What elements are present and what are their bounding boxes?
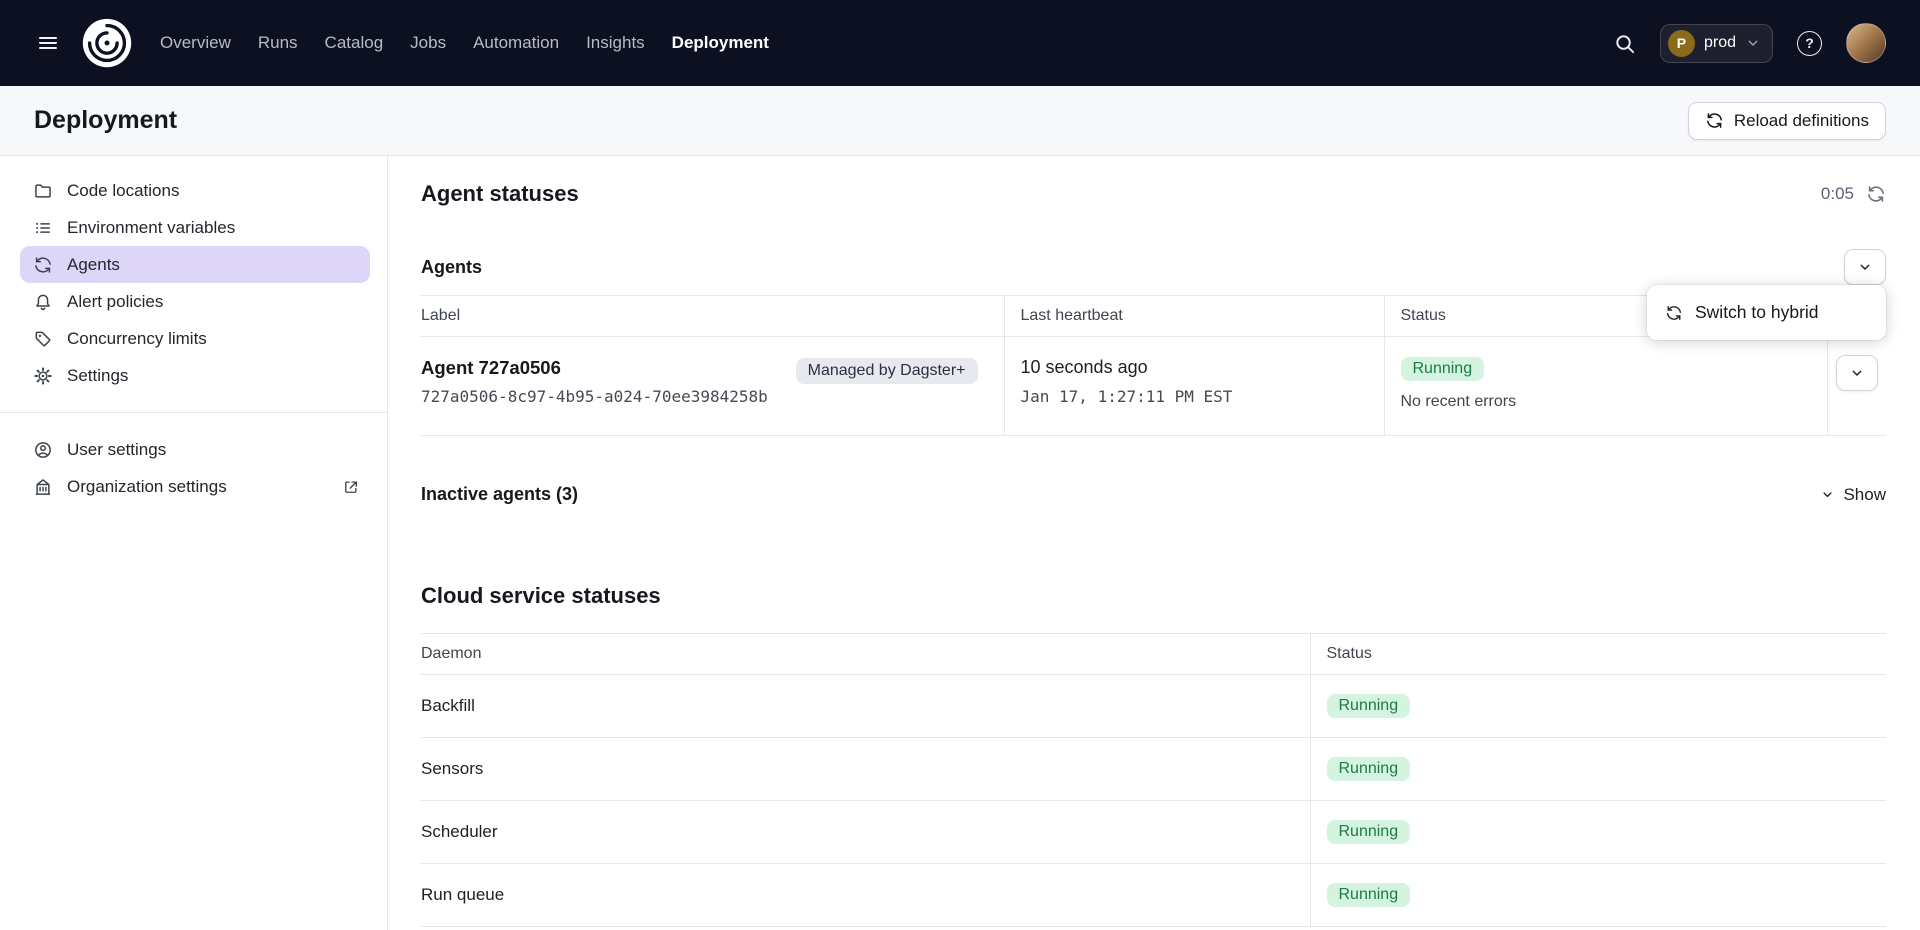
sidebar-item-label: Environment variables bbox=[67, 218, 235, 238]
nav-item-overview[interactable]: Overview bbox=[160, 33, 231, 53]
status-badge: Running bbox=[1327, 694, 1411, 718]
menu-icon[interactable] bbox=[28, 23, 68, 63]
gear-icon bbox=[33, 366, 53, 386]
column-header-daemon: Daemon bbox=[421, 634, 1310, 675]
sidebar-item-label: User settings bbox=[67, 440, 166, 460]
refresh-icon[interactable] bbox=[1866, 184, 1886, 204]
sidebar-item-concurrency-limits[interactable]: Concurrency limits bbox=[20, 320, 370, 357]
managed-badge: Managed by Dagster+ bbox=[796, 358, 978, 384]
daemon-name: Run queue bbox=[421, 864, 1310, 927]
sidebar-item-label: Organization settings bbox=[67, 477, 227, 497]
show-label: Show bbox=[1843, 485, 1886, 505]
table-row-backfill: Backfill Running bbox=[421, 675, 1886, 738]
cloud-services-table: Daemon Status Backfill Running Sensors R… bbox=[421, 633, 1886, 927]
help-icon[interactable]: ? bbox=[1797, 31, 1822, 56]
agents-menu-button[interactable] bbox=[1844, 249, 1886, 285]
menu-item-switch-to-hybrid[interactable]: Switch to hybrid bbox=[1652, 290, 1881, 335]
building-icon bbox=[33, 477, 53, 497]
sidebar-item-label: Settings bbox=[67, 366, 128, 386]
sidebar-item-label: Agents bbox=[67, 255, 120, 275]
main-content: Agent statuses 0:05 Agents Label La bbox=[388, 156, 1920, 930]
refresh-group: 0:05 bbox=[1821, 184, 1886, 204]
external-link-icon bbox=[342, 478, 360, 496]
deployment-sidebar: Code locations Environment variables Age… bbox=[0, 156, 388, 930]
status-badge: Running bbox=[1327, 883, 1411, 907]
inactive-agents-label: Inactive agents (3) bbox=[421, 484, 578, 505]
user-icon bbox=[33, 440, 53, 460]
daemon-name: Sensors bbox=[421, 738, 1310, 801]
sidebar-item-label: Code locations bbox=[67, 181, 179, 201]
nav-item-automation[interactable]: Automation bbox=[473, 33, 559, 53]
page-header: Deployment Reload definitions bbox=[0, 86, 1920, 156]
sidebar-item-label: Concurrency limits bbox=[67, 329, 207, 349]
nav-item-catalog[interactable]: Catalog bbox=[325, 33, 384, 53]
sidebar-item-label: Alert policies bbox=[67, 292, 163, 312]
status-badge: Running bbox=[1401, 357, 1485, 381]
nav-item-runs[interactable]: Runs bbox=[258, 33, 298, 53]
cloud-service-statuses-title: Cloud service statuses bbox=[421, 583, 1886, 609]
sidebar-item-alert-policies[interactable]: Alert policies bbox=[20, 283, 370, 320]
menu-item-label: Switch to hybrid bbox=[1695, 302, 1819, 323]
nav-item-deployment[interactable]: Deployment bbox=[672, 33, 769, 53]
search-icon[interactable] bbox=[1613, 32, 1636, 55]
inactive-agents-show-toggle[interactable]: Show bbox=[1820, 485, 1886, 505]
agents-subtitle: Agents bbox=[421, 257, 482, 278]
sidebar-item-code-locations[interactable]: Code locations bbox=[20, 172, 370, 209]
nav-item-insights[interactable]: Insights bbox=[586, 33, 645, 53]
daemon-name: Scheduler bbox=[421, 801, 1310, 864]
status-badge: Running bbox=[1327, 757, 1411, 781]
status-badge: Running bbox=[1327, 820, 1411, 844]
page-title: Deployment bbox=[34, 106, 177, 135]
chevron-down-icon bbox=[1849, 365, 1865, 381]
agent-id: 727a0506-8c97-4b95-a024-70ee3984258b bbox=[421, 387, 768, 406]
agent-row-menu-button[interactable] bbox=[1836, 355, 1878, 391]
daemon-name: Backfill bbox=[421, 675, 1310, 738]
column-header-last-heartbeat: Last heartbeat bbox=[1004, 296, 1384, 337]
user-avatar[interactable] bbox=[1846, 23, 1886, 63]
table-row-sensors: Sensors Running bbox=[421, 738, 1886, 801]
sidebar-divider bbox=[0, 412, 387, 413]
agent-name: Agent 727a0506 bbox=[421, 357, 768, 379]
status-note: No recent errors bbox=[1401, 393, 1811, 411]
deployment-name: prod bbox=[1704, 34, 1736, 52]
refresh-countdown: 0:05 bbox=[1821, 184, 1854, 204]
heartbeat-timestamp: Jan 17, 1:27:11 PM EST bbox=[1021, 387, 1368, 406]
dagster-logo[interactable] bbox=[80, 16, 134, 70]
nav-links: Overview Runs Catalog Jobs Automation In… bbox=[160, 33, 769, 53]
heartbeat-relative: 10 seconds ago bbox=[1021, 357, 1368, 378]
hybrid-switch-icon bbox=[1665, 304, 1683, 322]
reload-icon bbox=[1705, 111, 1724, 130]
agent-row: Agent 727a0506 727a0506-8c97-4b95-a024-7… bbox=[421, 337, 1886, 436]
reload-definitions-button[interactable]: Reload definitions bbox=[1688, 102, 1886, 140]
chevron-down-icon bbox=[1745, 35, 1761, 51]
sidebar-item-user-settings[interactable]: User settings bbox=[20, 431, 370, 468]
column-header-label: Label bbox=[421, 296, 1004, 337]
tag-icon bbox=[33, 329, 53, 349]
cloud-table-header-row: Daemon Status bbox=[421, 634, 1886, 675]
deployment-switcher[interactable]: P prod bbox=[1660, 24, 1773, 63]
deployment-avatar: P bbox=[1668, 30, 1695, 57]
table-row-run-queue: Run queue Running bbox=[421, 864, 1886, 927]
agents-dropdown-menu: Switch to hybrid bbox=[1647, 285, 1886, 340]
bell-icon bbox=[33, 292, 53, 312]
agent-cycle-icon bbox=[33, 255, 53, 275]
help-glyph: ? bbox=[1805, 35, 1814, 51]
nav-item-jobs[interactable]: Jobs bbox=[410, 33, 446, 53]
top-navigation: Overview Runs Catalog Jobs Automation In… bbox=[0, 0, 1920, 86]
sidebar-item-organization-settings[interactable]: Organization settings bbox=[20, 468, 370, 505]
column-header-status: Status bbox=[1310, 634, 1886, 675]
folder-icon bbox=[33, 181, 53, 201]
chevron-down-icon bbox=[1820, 487, 1835, 502]
sidebar-item-settings[interactable]: Settings bbox=[20, 357, 370, 394]
chevron-down-icon bbox=[1857, 259, 1873, 275]
reload-definitions-label: Reload definitions bbox=[1734, 111, 1869, 131]
list-icon bbox=[33, 218, 53, 238]
table-row-scheduler: Scheduler Running bbox=[421, 801, 1886, 864]
agent-statuses-title: Agent statuses bbox=[421, 181, 579, 207]
top-nav-right: P prod ? bbox=[1613, 23, 1886, 63]
sidebar-item-environment-variables[interactable]: Environment variables bbox=[20, 209, 370, 246]
sidebar-item-agents[interactable]: Agents bbox=[20, 246, 370, 283]
